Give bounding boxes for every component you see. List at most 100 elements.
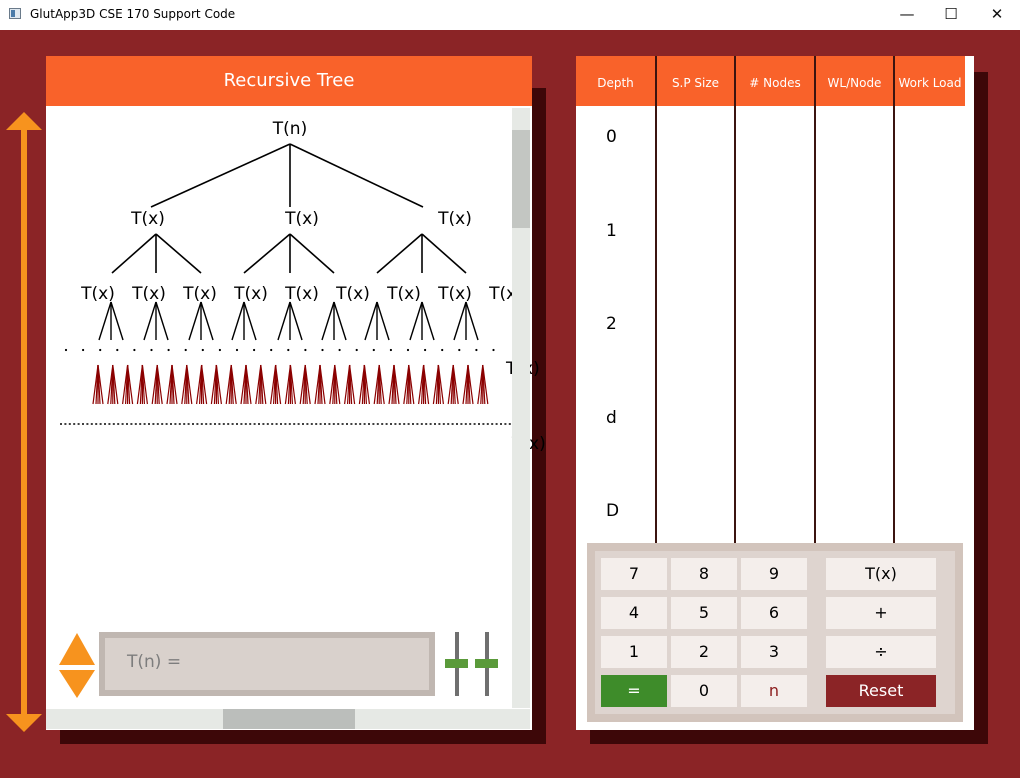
- tree-edge: [421, 301, 435, 341]
- tree-ellipsis-dot: [338, 348, 341, 352]
- slider-icon[interactable]: [444, 632, 504, 698]
- tree-edge: [200, 301, 214, 341]
- key-plus[interactable]: +: [826, 597, 936, 629]
- tree-level1-label: T(x): [130, 209, 165, 229]
- row-label-depth: 0: [606, 127, 617, 147]
- tree-edge: [155, 301, 169, 341]
- tree-edge: [321, 301, 335, 341]
- column-divider: [814, 56, 816, 544]
- tree-ellipsis-dot: [201, 348, 204, 352]
- key-4[interactable]: 4: [601, 597, 667, 629]
- tree-edge: [289, 301, 303, 341]
- tree-edge: [465, 301, 479, 341]
- column-header-depth: Depth: [576, 56, 655, 106]
- up-triangle-icon[interactable]: [59, 633, 95, 665]
- tree-ellipsis-dot: [167, 348, 170, 352]
- horizontal-scroll-thumb[interactable]: [223, 709, 355, 729]
- tree-ellipsis-dot: [287, 348, 290, 352]
- tree-ellipsis-dot: [441, 348, 444, 352]
- tree-ellipsis-dot: [321, 348, 324, 352]
- tree-level1-label: T(x): [284, 209, 319, 229]
- tree-edge: [143, 301, 157, 341]
- tree-edge: [364, 301, 378, 341]
- tree-edge: [110, 301, 124, 341]
- formula-label: T(n) =: [127, 652, 182, 672]
- down-triangle-icon[interactable]: [59, 670, 95, 698]
- formula-input-inner: T(n) =: [105, 638, 429, 690]
- formula-input-box[interactable]: T(n) =: [99, 632, 435, 696]
- key-3[interactable]: 3: [741, 636, 807, 668]
- column-header-work-load: Work Load: [895, 56, 965, 106]
- tree-ellipsis-dot: [235, 348, 239, 352]
- key-8[interactable]: 8: [671, 558, 737, 590]
- window-title: GlutApp3D CSE 170 Support Code: [30, 7, 236, 21]
- column-header-wl-node: WL/Node: [816, 56, 893, 106]
- tree-level1-label: T(x): [437, 209, 472, 229]
- key-n[interactable]: n: [741, 675, 807, 707]
- tree-root-label: T(n): [272, 119, 307, 139]
- key-divide[interactable]: ÷: [826, 636, 936, 668]
- tree-ellipsis-dot: [492, 348, 495, 352]
- tree-level2-label: T(x): [80, 284, 115, 304]
- column-divider: [893, 56, 895, 544]
- key-0[interactable]: 0: [671, 675, 737, 707]
- key-5[interactable]: 5: [671, 597, 737, 629]
- tree-edge: [188, 301, 202, 341]
- tree-edge: [231, 301, 245, 341]
- tree-level2-label: T(x): [386, 284, 421, 304]
- tree-ellipsis-dot: [406, 348, 410, 352]
- key-6[interactable]: 6: [741, 597, 807, 629]
- title-bar: GlutApp3D CSE 170 Support Code — ☐ ✕: [0, 0, 1020, 30]
- tree-vertical-scrollbar[interactable]: [512, 108, 530, 708]
- tree-edge: [453, 301, 467, 341]
- maximize-button[interactable]: ☐: [928, 0, 974, 30]
- tree-ellipsis-dot: [133, 348, 136, 352]
- column-divider: [655, 56, 657, 544]
- close-button[interactable]: ✕: [974, 0, 1020, 30]
- recursion-tree-diagram: T(n) T(x) T(x) T(x) T(x) T(x) T(x) T(x) …: [60, 119, 546, 454]
- column-header-nodes: # Nodes: [736, 56, 814, 106]
- tree-ellipsis-dot: [253, 348, 256, 352]
- tree-ellipsis-dot: [150, 348, 153, 352]
- row-label-depth: 2: [606, 314, 617, 334]
- column-header-sp-size: S.P Size: [657, 56, 734, 106]
- reset-button[interactable]: Reset: [826, 675, 936, 707]
- tree-horizontal-scrollbar[interactable]: [46, 709, 530, 729]
- row-label-depth: 1: [606, 221, 617, 241]
- tree-edge: [98, 301, 112, 341]
- row-label-depth: D: [606, 501, 620, 521]
- row-label-depth: d: [606, 408, 617, 428]
- key-2[interactable]: 2: [671, 636, 737, 668]
- double-arrow-vertical-icon[interactable]: [6, 112, 44, 732]
- tree-level2-label: T(x): [233, 284, 268, 304]
- tree-ellipsis-dot: [372, 348, 375, 352]
- tree-level2-label: T(x): [335, 284, 370, 304]
- tree-ellipsis-dot: [304, 348, 307, 352]
- tree-edge: [333, 301, 347, 341]
- app-icon: [9, 8, 21, 19]
- tree-ellipsis-dot: [389, 348, 392, 352]
- tree-edge: [409, 301, 423, 341]
- tree-ellipsis-dot: [218, 348, 221, 352]
- key-tx[interactable]: T(x): [826, 558, 936, 590]
- tree-ellipsis-dot: [116, 348, 119, 352]
- key-9[interactable]: 9: [741, 558, 807, 590]
- equals-key[interactable]: =: [601, 675, 667, 707]
- keypad-inner: 7 8 9 4 5 6 1 2 3 = 0 n T(x) + ÷ Reset: [595, 551, 955, 714]
- vertical-scroll-thumb[interactable]: [512, 130, 530, 228]
- minimize-button[interactable]: —: [884, 0, 930, 30]
- tree-ellipsis-dot: [475, 348, 478, 352]
- tree-ellipsis-dot: [82, 348, 85, 352]
- tree-edge: [376, 301, 390, 341]
- tree-ellipsis-dot: [64, 348, 68, 352]
- key-7[interactable]: 7: [601, 558, 667, 590]
- tree-ellipsis-dot: [355, 348, 358, 352]
- tree-ellipsis-dot: [270, 348, 273, 352]
- tree-ellipsis-dot: [184, 348, 187, 352]
- key-1[interactable]: 1: [601, 636, 667, 668]
- tree-level2-label: T(x): [131, 284, 166, 304]
- tree-level2-label: T(x): [284, 284, 319, 304]
- tree-ellipsis-dot: [99, 348, 102, 352]
- tree-ellipsis-dot: [424, 348, 427, 352]
- tree-level2-label: T(x): [437, 284, 472, 304]
